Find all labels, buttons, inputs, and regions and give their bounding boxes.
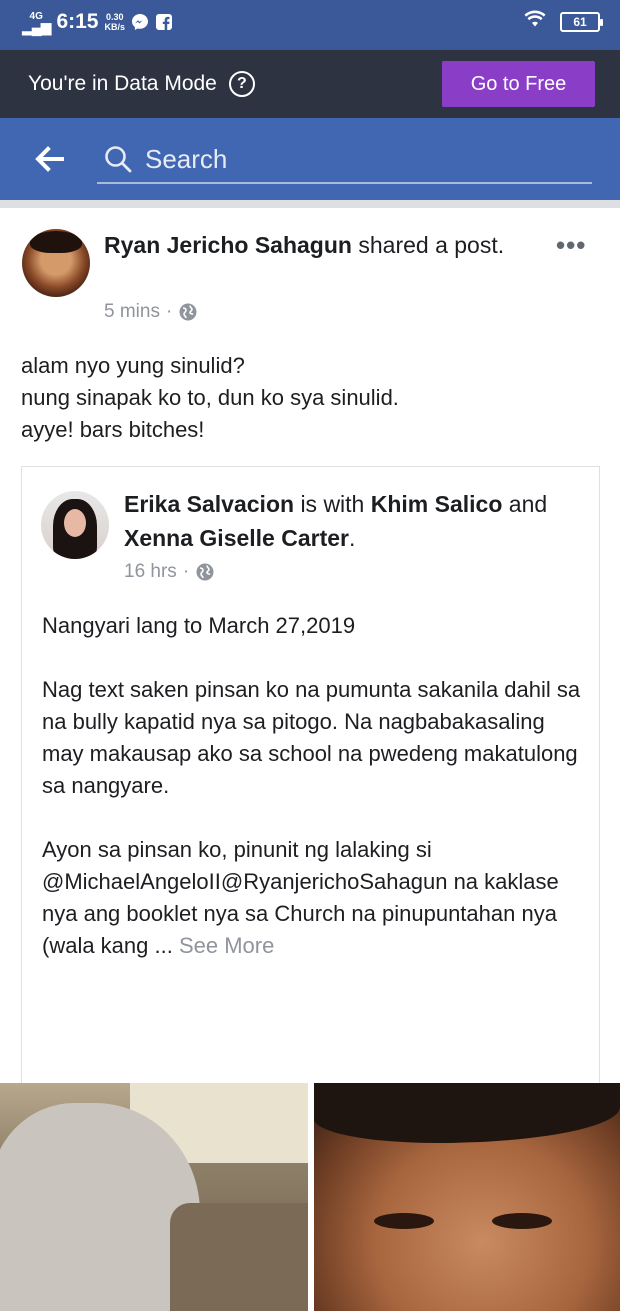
speed-unit: KB/s [104, 22, 125, 32]
and-text: and [508, 491, 548, 517]
is-with-text: is with [300, 491, 365, 517]
avatar[interactable] [22, 229, 90, 297]
shared-avatar[interactable] [41, 491, 109, 559]
photo-detail [374, 1213, 434, 1229]
more-options-icon[interactable]: ••• [556, 230, 586, 261]
post-text: alam nyo yung sinulid? nung sinapak ko t… [21, 350, 601, 446]
status-bar: 4G ▂▄▆ 6:15 0.30 KB/s 61 [0, 0, 620, 50]
wifi-icon [524, 10, 546, 33]
nav-bar: Search [0, 118, 620, 200]
signal-icon: ▂▄▆ [22, 19, 51, 35]
status-right: 61 [524, 10, 603, 33]
status-left: 4G ▂▄▆ 6:15 0.30 KB/s [22, 10, 173, 34]
facebook-icon [155, 13, 173, 31]
author-name[interactable]: Ryan Jericho Sahagun [104, 232, 352, 258]
shared-post-header: Erika Salvacion is with Khim Salico and … [124, 487, 584, 555]
photo-detail [170, 1203, 308, 1311]
globe-icon [196, 563, 214, 581]
network-indicator: 4G ▂▄▆ [22, 12, 51, 35]
tagged-user-1[interactable]: Khim Salico [371, 491, 503, 517]
data-mode-label: You're in Data Mode [28, 72, 217, 95]
shared-post-time[interactable]: 16 hrs [124, 561, 177, 583]
photo-detail [314, 1083, 620, 1143]
meta-separator: · [165, 301, 173, 322]
shared-paragraph: Nangyari lang to March 27,2019 [42, 613, 356, 638]
see-more-link[interactable]: See More [179, 933, 274, 958]
speed-value: 0.30 [105, 12, 124, 22]
data-speed: 0.30 KB/s [104, 12, 125, 32]
clock: 6:15 [56, 10, 99, 33]
shared-post-text: Nangyari lang to March 27,2019 Nag text … [42, 610, 587, 962]
post-action: shared a post. [358, 232, 505, 258]
search-icon [105, 146, 132, 173]
shared-author-name[interactable]: Erika Salvacion [124, 491, 294, 517]
feed-divider [0, 200, 620, 208]
help-icon[interactable]: ? [228, 71, 255, 97]
post-line: ayye! bars bitches! [21, 417, 205, 442]
battery-level: 61 [573, 14, 587, 29]
post-line: nung sinapak ko to, dun ko sya sinulid. [21, 385, 399, 410]
globe-icon [179, 303, 197, 321]
post-line: alam nyo yung sinulid? [21, 353, 245, 378]
back-arrow-icon[interactable] [32, 142, 66, 176]
period: . [349, 525, 356, 551]
shared-paragraph: Nag text saken pinsan ko na pumunta saka… [42, 677, 581, 798]
search-bar[interactable]: Search [97, 136, 592, 184]
post-meta: 5 mins · [104, 301, 198, 323]
truncated-line: (wala kang ... See More [42, 930, 587, 962]
battery-icon: 61 [560, 11, 603, 32]
tagged-user-2[interactable]: Xenna Giselle Carter [124, 525, 349, 551]
go-to-free-button[interactable]: Go to Free [442, 61, 595, 107]
search-input[interactable]: Search [145, 144, 227, 175]
post-header: Ryan Jericho Sahagun shared a post. [104, 228, 534, 262]
post-time[interactable]: 5 mins [104, 301, 160, 323]
post-photo-1[interactable] [0, 1083, 308, 1311]
shared-paragraph: Ayon sa pinsan ko, pinunit ng lalaking s… [42, 837, 559, 926]
truncated-text: (wala kang ... [42, 933, 173, 958]
messenger-icon [131, 13, 149, 31]
data-mode-notice: You're in Data Mode ? [28, 71, 255, 97]
meta-separator: · [182, 561, 190, 582]
photo-detail [492, 1213, 552, 1229]
shared-post-meta: 16 hrs · [124, 561, 215, 583]
post-photo-2[interactable] [314, 1083, 620, 1311]
